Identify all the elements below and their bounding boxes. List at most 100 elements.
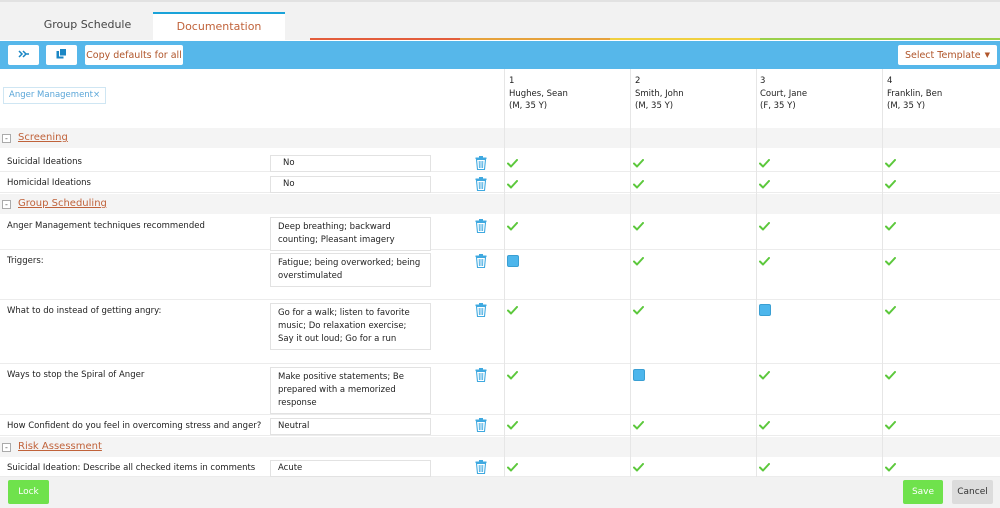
section-title[interactable]: Group Scheduling: [18, 198, 107, 209]
check-icon[interactable]: [759, 421, 770, 430]
check-icon[interactable]: [633, 421, 644, 430]
check-icon[interactable]: [759, 159, 770, 168]
unchecked-checkbox[interactable]: [759, 304, 771, 316]
question-label: How Confident do you feel in overcoming …: [7, 421, 262, 431]
patient-header-1[interactable]: 1 Hughes, Sean (M, 35 Y): [509, 75, 568, 113]
question-row: Anger Management techniques recommended …: [0, 215, 1000, 251]
question-row: Homicidal Ideations No: [0, 173, 1000, 193]
check-icon[interactable]: [759, 371, 770, 380]
collapse-section-icon[interactable]: -: [2, 134, 11, 143]
check-icon[interactable]: [759, 180, 770, 189]
collapse-section-icon[interactable]: -: [2, 443, 11, 452]
check-icon[interactable]: [507, 371, 518, 380]
check-icon[interactable]: [885, 257, 896, 266]
check-icon[interactable]: [507, 306, 518, 315]
question-label: Anger Management techniques recommended: [7, 221, 205, 231]
patient-header-2[interactable]: 2 Smith, John (M, 35 Y): [635, 75, 684, 113]
section-title[interactable]: Risk Assessment: [18, 441, 102, 452]
column-divider: [630, 69, 631, 477]
check-icon[interactable]: [759, 257, 770, 266]
save-button[interactable]: Save: [903, 480, 943, 504]
tab-documentation[interactable]: Documentation: [153, 12, 285, 40]
answer-field[interactable]: Deep breathing; backward counting; Pleas…: [270, 217, 431, 251]
check-icon[interactable]: [507, 180, 518, 189]
patient-number: 2: [635, 76, 641, 86]
patient-number: 4: [887, 76, 893, 86]
check-icon[interactable]: [507, 222, 518, 231]
check-icon[interactable]: [885, 306, 896, 315]
filter-chip[interactable]: Anger Management×: [3, 87, 107, 104]
select-template-dropdown[interactable]: Select Template ▼: [898, 45, 997, 65]
trash-icon[interactable]: [475, 418, 487, 433]
question-row: Suicidal Ideations No: [0, 152, 1000, 172]
section-screening: - Screening: [0, 128, 1000, 148]
caret-down-icon: ▼: [984, 51, 991, 59]
patient-number: 3: [760, 76, 766, 86]
check-icon[interactable]: [885, 222, 896, 231]
check-icon[interactable]: [633, 159, 644, 168]
check-icon[interactable]: [507, 421, 518, 430]
check-icon[interactable]: [759, 463, 770, 472]
remove-filter-icon[interactable]: ×: [93, 90, 100, 100]
column-divider: [756, 69, 757, 477]
check-icon[interactable]: [507, 159, 518, 168]
question-row: Suicidal Ideation: Describe all checked …: [0, 458, 1000, 477]
trash-icon[interactable]: [475, 177, 487, 192]
check-icon[interactable]: [885, 180, 896, 189]
tab-accent-line-4: [760, 38, 1000, 40]
section-title[interactable]: Screening: [18, 132, 68, 143]
check-icon[interactable]: [885, 159, 896, 168]
answer-field[interactable]: Neutral: [270, 418, 431, 435]
check-icon[interactable]: [633, 257, 644, 266]
check-icon[interactable]: [633, 306, 644, 315]
check-icon[interactable]: [633, 180, 644, 189]
answer-field[interactable]: Acute: [270, 460, 431, 477]
trash-icon[interactable]: [475, 254, 487, 269]
copy-button[interactable]: [46, 45, 77, 65]
answer-field[interactable]: Make positive statements; Be prepared wi…: [270, 367, 431, 414]
lock-button[interactable]: Lock: [8, 480, 49, 504]
trash-icon[interactable]: [475, 368, 487, 383]
patient-number: 1: [509, 76, 515, 86]
patient-name: Smith, John: [635, 88, 684, 99]
grid-header: Anger Management× 1 Hughes, Sean (M, 35 …: [0, 69, 1000, 127]
trash-icon[interactable]: [475, 219, 487, 234]
check-icon[interactable]: [633, 463, 644, 472]
collapse-section-icon[interactable]: -: [2, 200, 11, 209]
tab-group-schedule[interactable]: Group Schedule: [22, 12, 153, 40]
check-icon[interactable]: [885, 421, 896, 430]
patient-header-4[interactable]: 4 Franklin, Ben (M, 35 Y): [887, 75, 942, 113]
collapse-icon: [17, 49, 30, 61]
check-icon[interactable]: [885, 463, 896, 472]
collapse-button[interactable]: [8, 45, 39, 65]
filter-chip-label: Anger Management: [9, 90, 94, 100]
copy-defaults-button[interactable]: Copy defaults for all: [85, 45, 183, 65]
trash-icon[interactable]: [475, 156, 487, 171]
check-icon[interactable]: [885, 371, 896, 380]
patient-name: Hughes, Sean: [509, 88, 568, 99]
unchecked-checkbox[interactable]: [507, 255, 519, 267]
answer-field[interactable]: No: [270, 176, 431, 193]
answer-field[interactable]: Go for a walk; listen to favorite music;…: [270, 303, 431, 350]
unchecked-checkbox[interactable]: [633, 369, 645, 381]
answer-field[interactable]: Fatigue; being overworked; being oversti…: [270, 253, 431, 287]
trash-icon[interactable]: [475, 460, 487, 475]
column-divider: [504, 69, 505, 477]
question-label: Homicidal Ideations: [7, 178, 91, 188]
question-row: How Confident do you feel in overcoming …: [0, 416, 1000, 436]
check-icon[interactable]: [507, 463, 518, 472]
question-label: What to do instead of getting angry:: [7, 306, 162, 316]
cancel-button[interactable]: Cancel: [952, 480, 993, 504]
trash-icon[interactable]: [475, 303, 487, 318]
question-row: What to do instead of getting angry: Go …: [0, 301, 1000, 364]
question-label: Suicidal Ideation: Describe all checked …: [7, 463, 256, 473]
tab-accent-line-3: [610, 38, 760, 40]
patient-name: Court, Jane: [760, 88, 808, 99]
patient-header-3[interactable]: 3 Court, Jane (F, 35 Y): [760, 75, 807, 113]
question-label: Triggers:: [7, 256, 44, 266]
toolbar: Copy defaults for all Select Template ▼: [0, 41, 1000, 69]
check-icon[interactable]: [759, 222, 770, 231]
question-label: Ways to stop the Spiral of Anger: [7, 370, 145, 380]
check-icon[interactable]: [633, 222, 644, 231]
answer-field[interactable]: No: [270, 155, 431, 172]
